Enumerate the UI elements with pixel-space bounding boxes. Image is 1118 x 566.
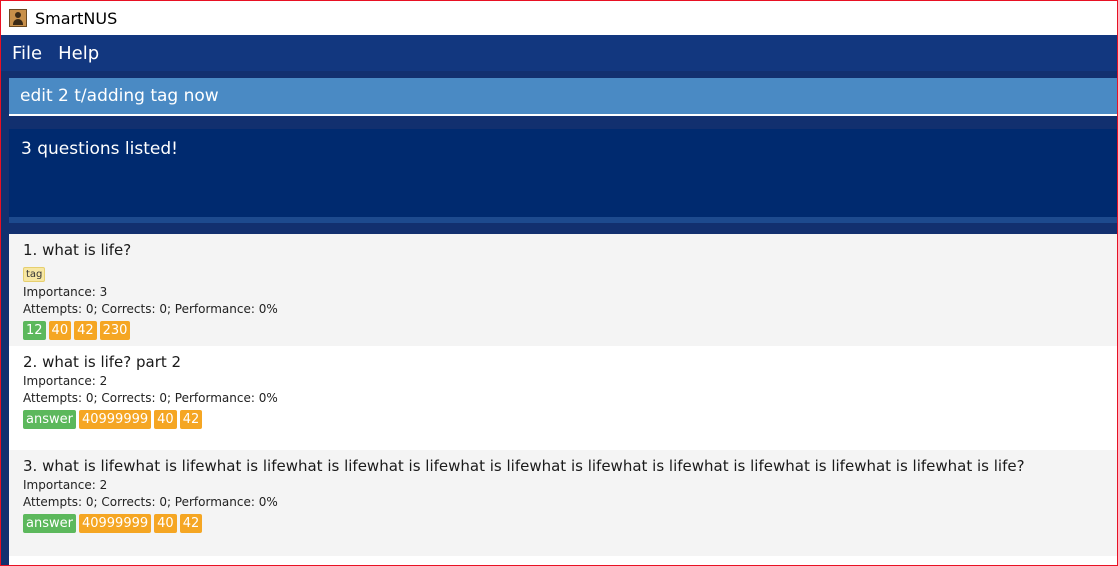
- result-divider: [9, 217, 1117, 223]
- question-importance: Importance: 2: [23, 374, 108, 388]
- question-title: 2. what is life? part 2: [23, 353, 182, 371]
- option-chip-wrong: 42: [179, 410, 203, 429]
- option-row: answer 40999999 40 42: [23, 408, 1103, 429]
- option-chip-wrong: 40999999: [78, 514, 152, 533]
- command-input[interactable]: [9, 85, 1102, 107]
- menu-file[interactable]: File: [7, 43, 47, 64]
- option-row: 12 40 42 230: [23, 319, 1103, 340]
- command-box: [9, 78, 1117, 116]
- question-title: 1. what is life?: [23, 241, 132, 259]
- result-display: 3 questions listed!: [9, 129, 1117, 217]
- question-card[interactable]: 3. what is lifewhat is lifewhat is lifew…: [9, 450, 1117, 556]
- question-tag: tag: [23, 267, 46, 282]
- question-stats: Attempts: 0; Corrects: 0; Performance: 0…: [23, 302, 278, 316]
- question-list[interactable]: 1. what is life? tag Importance: 3 Attem…: [9, 234, 1117, 565]
- option-row: answer 40999999 40 42: [23, 512, 1103, 533]
- title-bar[interactable]: SmartNUS: [1, 1, 1117, 35]
- question-card[interactable]: 1. what is life? tag Importance: 3 Attem…: [9, 234, 1117, 346]
- app-window: SmartNUS File Help 3 questions listed! 1…: [0, 0, 1118, 566]
- option-chip-wrong: 42: [74, 321, 97, 340]
- address-book-icon: [9, 9, 27, 27]
- question-card[interactable]: 2. what is life? part 2 Importance: 2 At…: [9, 346, 1117, 450]
- question-stats: Attempts: 0; Corrects: 0; Performance: 0…: [23, 495, 278, 509]
- option-chip-wrong: 40999999: [78, 410, 152, 429]
- result-message: 3 questions listed!: [21, 139, 178, 159]
- option-chip-wrong: 40: [154, 410, 177, 429]
- window-title: SmartNUS: [35, 8, 118, 28]
- option-chip-wrong: 40: [154, 514, 177, 533]
- menu-help[interactable]: Help: [53, 43, 104, 64]
- question-title: 3. what is lifewhat is lifewhat is lifew…: [23, 457, 1025, 475]
- question-importance: Importance: 2: [23, 478, 108, 492]
- question-stats: Attempts: 0; Corrects: 0; Performance: 0…: [23, 391, 278, 405]
- option-chip-correct: 12: [23, 321, 46, 340]
- option-chip-correct: answer: [23, 514, 76, 533]
- question-importance: Importance: 3: [23, 285, 108, 299]
- option-chip-wrong: 42: [179, 514, 203, 533]
- menu-bar: File Help: [1, 35, 1117, 71]
- option-chip-wrong: 40: [48, 321, 72, 340]
- option-chip-correct: answer: [23, 410, 76, 429]
- option-chip-wrong: 230: [99, 321, 131, 340]
- tag-row: tag: [23, 262, 1103, 282]
